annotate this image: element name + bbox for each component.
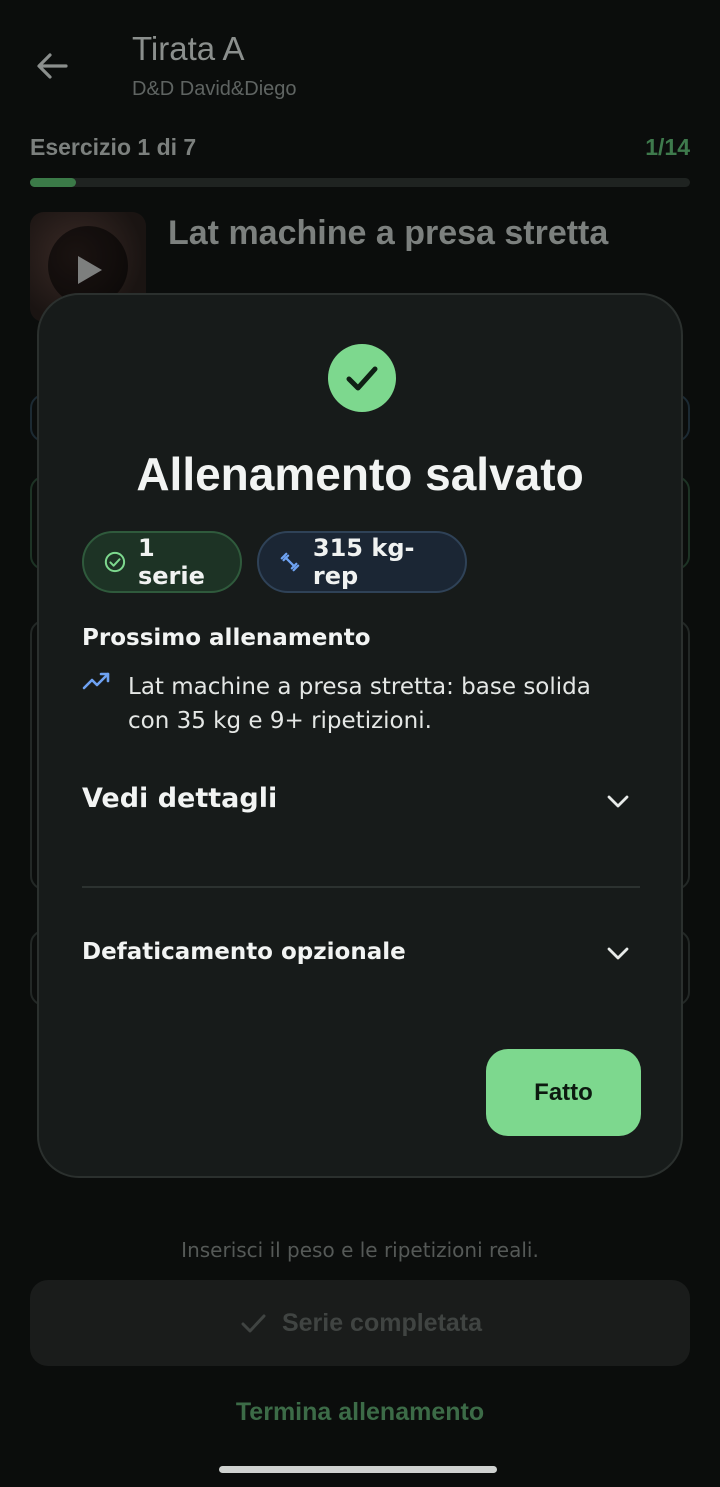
cooldown-toggle[interactable]: Defaticamento opzionale [82,939,406,965]
arrow-left-icon [37,53,68,79]
done-button[interactable]: Fatto [486,1049,641,1136]
input-hint: Inserisci il peso e le ripetizioni reali… [181,1238,539,1262]
next-workout-heading: Prossimo allenamento [82,625,371,651]
set-counter: 1/14 [645,134,690,160]
chevron-down-icon[interactable] [605,788,631,814]
next-workout-text: Lat machine a presa stretta: base solida… [128,674,591,734]
end-workout-link[interactable]: Termina allenamento [0,1398,720,1427]
series-chip-label: 1 serie [137,534,205,590]
check-circle-icon [328,344,396,412]
exercise-counter: Esercizio 1 di 7 [30,134,197,160]
check-mark-icon [346,366,378,391]
volume-chip-label: 315 kg-rep [312,534,415,590]
workout-screen: Tirata A D&D David&Diego Esercizio 1 di … [0,0,720,1487]
done-button-label: Fatto [534,1078,593,1106]
volume-chip: 315 kg-rep [257,531,467,593]
check-circle-outline-icon [104,551,126,573]
details-toggle[interactable]: Vedi dettagli [82,783,277,814]
back-button[interactable] [30,44,74,88]
home-indicator[interactable] [219,1466,497,1473]
workout-subtitle: D&D David&Diego [132,78,297,100]
workout-title: Tirata A [132,30,245,67]
workout-progress-fill [30,178,77,187]
chevron-down-icon[interactable] [605,940,631,966]
set-complete-button[interactable]: Serie completata [30,1280,690,1366]
dialog-title: Allenamento salvato [136,448,584,500]
exercise-name: Lat machine a presa stretta [168,214,609,252]
workout-progress-bar [30,178,690,187]
play-icon [78,256,102,284]
set-complete-label: Serie completata [281,1308,483,1337]
check-icon [241,1314,266,1333]
dumbbell-icon [280,552,300,572]
workout-saved-dialog: Allenamento salvato 1 serie 315 kg-rep P… [37,293,683,1178]
trending-up-icon [82,672,110,690]
divider [82,886,640,888]
series-chip: 1 serie [82,531,242,593]
